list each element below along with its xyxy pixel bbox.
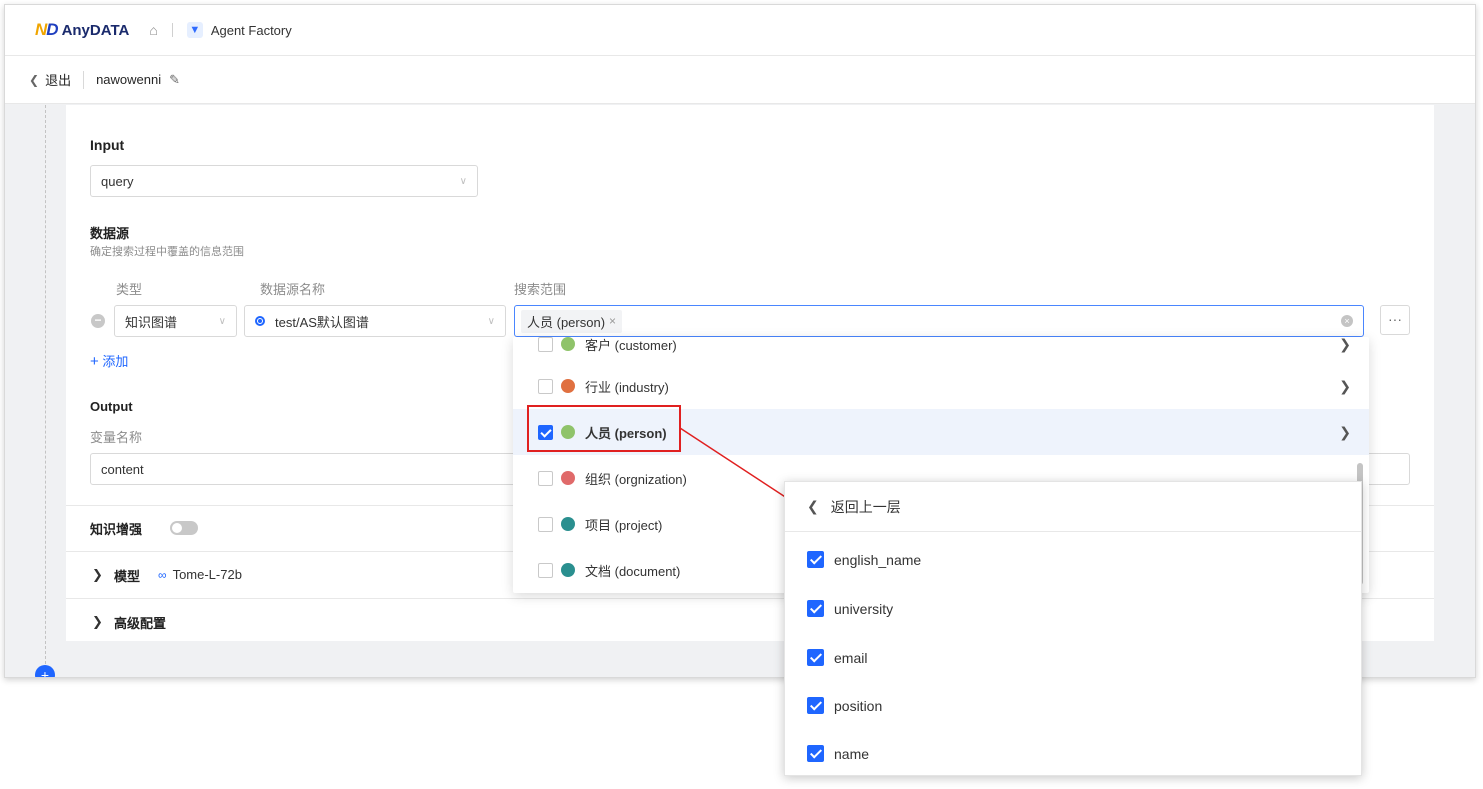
attribute-label: position	[834, 697, 883, 714]
column-scope: 搜索范围	[514, 282, 567, 297]
checkbox[interactable]	[807, 745, 824, 762]
entity-color-dot	[561, 517, 575, 531]
checkbox[interactable]	[538, 562, 553, 578]
column-type: 类型	[116, 282, 143, 297]
annotation-highlight	[527, 405, 681, 452]
back-to-parent-label: 返回上一层	[830, 498, 901, 515]
column-name: 数据源名称	[260, 282, 326, 297]
input-select[interactable]: query ∨	[90, 165, 478, 197]
model-value-wrap[interactable]: ∞ Tome-L-72b	[158, 567, 242, 582]
entity-label: 项目 (project)	[585, 517, 663, 533]
agent-name: nawowenni	[96, 72, 162, 87]
add-datasource-label: 添加	[102, 354, 129, 369]
top-separator	[171, 23, 173, 37]
checkbox[interactable]	[807, 551, 824, 568]
scope-tag-label: 人员 (person)	[527, 314, 606, 330]
model-label: 模型	[114, 569, 141, 584]
flow-line	[45, 105, 46, 677]
edit-icon[interactable]: ✎	[169, 72, 180, 88]
checkbox[interactable]	[807, 600, 824, 617]
back-to-parent-button[interactable]: ❮ 返回上一层	[785, 482, 1361, 532]
variable-name-label: 变量名称	[90, 430, 143, 445]
variable-name-value: content	[101, 461, 144, 477]
entity-label: 行业 (industry)	[585, 379, 669, 395]
input-select-value: query	[101, 173, 134, 189]
attribute-label: english_name	[834, 551, 922, 568]
list-item[interactable]: email	[807, 649, 867, 666]
graph-icon	[255, 316, 265, 326]
agent-factory-icon: ▼	[186, 22, 203, 38]
chevron-right-icon[interactable]: ❯	[1339, 337, 1351, 353]
entity-color-dot	[561, 379, 575, 393]
checkbox[interactable]	[538, 516, 553, 532]
top-bar: ND AnyDATA ⌂ ▼ Agent Factory	[5, 5, 1475, 56]
attribute-label: name	[834, 745, 870, 762]
logo-text: AnyDATA	[61, 21, 130, 39]
type-select-value: 知识图谱	[125, 314, 178, 330]
knowledge-enhance-toggle[interactable]	[170, 521, 198, 535]
logo-mark-icon: ND	[35, 20, 59, 39]
entity-color-dot	[561, 337, 575, 351]
attribute-popup: ❮ 返回上一层 english_name university email po…	[784, 481, 1362, 776]
attribute-label: university	[834, 600, 894, 617]
advanced-config-label[interactable]: 高级配置	[114, 613, 166, 632]
scope-select[interactable]: 人员 (person) × ×	[514, 305, 1364, 337]
model-icon: ∞	[158, 568, 167, 582]
datasource-select-value: test/AS默认图谱	[275, 314, 369, 330]
scope-tag: 人员 (person) ×	[521, 309, 623, 333]
clear-icon[interactable]: ×	[1341, 315, 1353, 327]
knowledge-enhance-label: 知识增强	[90, 522, 143, 537]
model-value: Tome-L-72b	[172, 567, 242, 582]
plus-icon: +	[90, 353, 99, 370]
back-chevron-icon[interactable]: ❮	[29, 73, 39, 87]
datasource-select[interactable]: test/AS默认图谱 ∨	[244, 305, 506, 337]
remove-row-icon[interactable]: −	[91, 314, 105, 328]
chevron-right-icon[interactable]: ❯	[1339, 424, 1351, 441]
back-button[interactable]: 退出	[45, 70, 71, 89]
checkbox[interactable]	[807, 697, 824, 714]
checkbox[interactable]	[807, 649, 824, 666]
list-item[interactable]: 行业 (industry) ❯	[513, 363, 1369, 409]
list-item[interactable]: english_name	[807, 551, 921, 568]
input-label: Input	[90, 137, 125, 153]
attribute-label: email	[834, 649, 868, 666]
checkbox[interactable]	[538, 378, 553, 394]
entity-color-dot	[561, 563, 575, 577]
entity-label: 组织 (orgnization)	[585, 471, 687, 487]
entity-label: 客户 (customer)	[585, 337, 677, 353]
output-label: Output	[90, 399, 133, 414]
chevron-down-icon: ∨	[218, 315, 226, 327]
entity-label: 文档 (document)	[585, 563, 681, 579]
checkbox[interactable]	[538, 337, 553, 352]
list-item[interactable]: position	[807, 697, 882, 714]
checkbox[interactable]	[538, 470, 553, 486]
more-button[interactable]: ···	[1380, 305, 1410, 335]
chevron-right-icon[interactable]: ❯	[92, 567, 103, 583]
chevron-right-icon[interactable]: ❯	[92, 614, 103, 630]
app-name[interactable]: Agent Factory	[211, 23, 292, 38]
list-item[interactable]: name	[807, 745, 869, 762]
close-icon[interactable]: ×	[609, 314, 616, 328]
add-node-icon[interactable]: +	[35, 665, 55, 677]
add-datasource-button[interactable]: + 添加	[90, 351, 128, 370]
sub-separator	[83, 70, 85, 89]
type-select[interactable]: 知识图谱 ∨	[114, 305, 237, 337]
home-icon[interactable]: ⌂	[149, 22, 157, 38]
logo[interactable]: ND AnyDATA	[35, 20, 129, 40]
sub-bar: ❮ 退出 nawowenni ✎	[5, 56, 1475, 104]
chevron-left-icon: ❮	[807, 498, 819, 514]
chevron-down-icon: ∨	[459, 175, 467, 187]
entity-color-dot	[561, 471, 575, 485]
datasource-title: 数据源	[90, 226, 130, 241]
chevron-down-icon: ∨	[487, 315, 495, 327]
list-item[interactable]: university	[807, 600, 893, 617]
datasource-hint: 确定搜索过程中覆盖的信息范围	[90, 246, 244, 258]
chevron-right-icon[interactable]: ❯	[1339, 378, 1351, 395]
